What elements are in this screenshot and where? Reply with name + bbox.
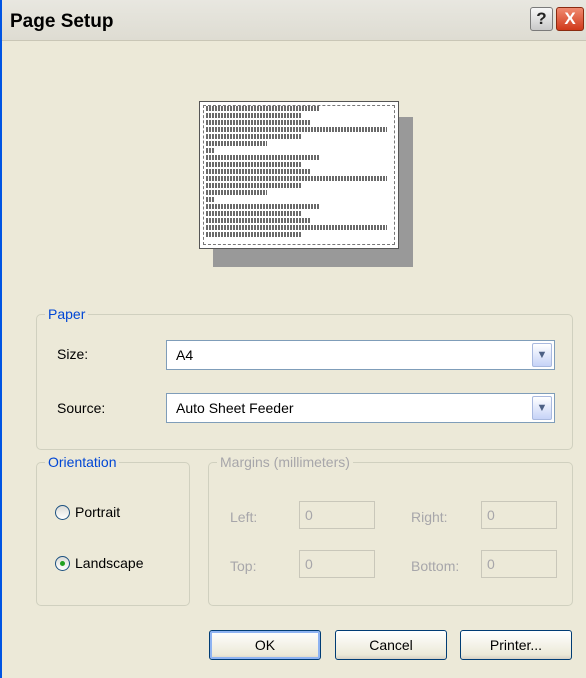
paper-size-value: A4 (176, 347, 194, 363)
landscape-label[interactable]: Landscape (75, 555, 144, 571)
margin-top-label: Top: (230, 558, 257, 574)
printer-button[interactable]: Printer... (460, 630, 572, 660)
title-bar[interactable]: Page Setup ? X (2, 0, 586, 41)
margins-group-legend: Margins (millimeters) (220, 454, 350, 470)
portrait-radio[interactable] (55, 505, 70, 520)
page-setup-dialog: Page Setup ? X Paper Size: A4 ▼ Source: … (0, 0, 586, 678)
chevron-down-icon[interactable]: ▼ (532, 343, 552, 367)
paper-group: Paper (36, 306, 573, 450)
margin-left-label: Left: (230, 509, 258, 525)
margin-right-field[interactable]: 0 (481, 501, 557, 529)
portrait-label[interactable]: Portrait (75, 504, 120, 520)
landscape-radio[interactable] (55, 556, 70, 571)
window-title: Page Setup (10, 11, 114, 32)
margins-group: Margins (millimeters) (208, 454, 573, 606)
margin-bottom-label: Bottom: (411, 558, 460, 574)
orientation-group-legend: Orientation (48, 454, 117, 470)
source-label: Source: (57, 400, 106, 416)
paper-source-value: Auto Sheet Feeder (176, 400, 294, 416)
size-label: Size: (57, 346, 89, 362)
paper-source-select[interactable]: Auto Sheet Feeder ▼ (166, 393, 555, 423)
margin-left-field[interactable]: 0 (299, 501, 375, 529)
margin-top-value: 0 (305, 556, 313, 572)
margin-top-field[interactable]: 0 (299, 550, 375, 578)
paper-group-legend: Paper (48, 306, 86, 322)
radio-selected-dot (60, 561, 65, 566)
window-frame-left (0, 0, 2, 678)
close-icon[interactable]: X (556, 7, 584, 31)
cancel-button[interactable]: Cancel (335, 630, 447, 660)
page-preview-printable-area (203, 105, 395, 245)
margin-right-label: Right: (411, 509, 448, 525)
margin-bottom-field[interactable]: 0 (481, 550, 557, 578)
help-icon[interactable]: ? (530, 7, 553, 31)
chevron-down-icon[interactable]: ▼ (532, 396, 552, 420)
orientation-group: Orientation (36, 454, 190, 606)
paper-size-select[interactable]: A4 ▼ (166, 340, 555, 370)
margin-bottom-value: 0 (487, 556, 495, 572)
margin-left-value: 0 (305, 507, 313, 523)
margin-right-value: 0 (487, 507, 495, 523)
page-preview (199, 101, 399, 249)
ok-button[interactable]: OK (209, 630, 321, 660)
